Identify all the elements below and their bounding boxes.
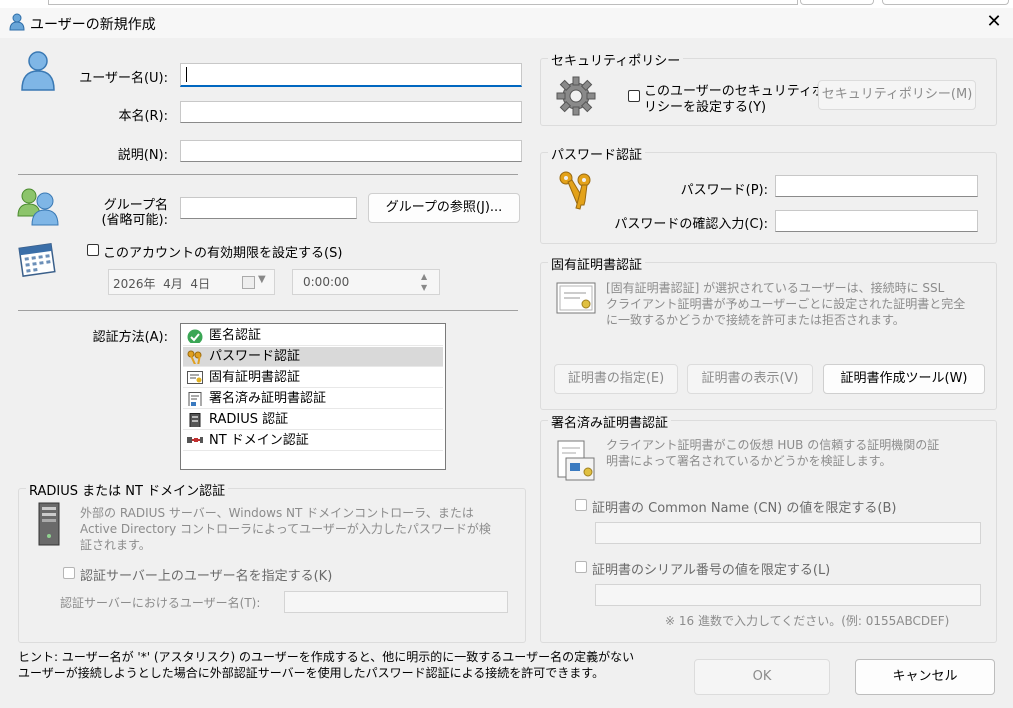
check-circle-icon — [187, 329, 203, 343]
auth-item-label: 署名済み証明書認証 — [209, 391, 327, 406]
signed-cert-title: 署名済み証明書認証 — [548, 412, 672, 431]
auth-item-password[interactable]: パスワード認証 — [183, 347, 443, 367]
expiry-time-picker[interactable]: 0:00:00 ▲ ▼ — [292, 269, 440, 295]
view-cert-button[interactable]: 証明書の表示(V) — [687, 364, 813, 394]
individual-cert-desc-line1: [固有証明書認証] が選択されているユーザーは、接続時に SSL — [606, 281, 945, 295]
security-policy-checkbox[interactable] — [628, 90, 640, 102]
window-title: ユーザーの新規作成 — [30, 17, 156, 33]
user-icon — [9, 13, 25, 31]
cn-input[interactable] — [595, 522, 981, 544]
serial-checkbox-label: 証明書のシリアル番号の値を限定する(L) — [592, 563, 831, 578]
separator — [18, 174, 518, 175]
expiry-checkbox-label: このアカウントの有効期限を設定する(S) — [103, 246, 343, 261]
ok-button[interactable]: OK — [694, 659, 830, 695]
background-button — [800, 0, 874, 5]
expiry-time-value: 0:00:00 — [303, 275, 350, 289]
note-label: 説明(N): — [117, 148, 168, 163]
calendar-icon — [18, 243, 56, 277]
cn-checkbox-label: 証明書の Common Name (CN) の値を限定する(B) — [592, 501, 897, 516]
username-label: ユーザー名(U): — [79, 71, 168, 86]
certificate-icon — [556, 282, 596, 314]
individual-cert-title: 固有証明書認証 — [548, 254, 646, 273]
browse-group-button[interactable]: グループの参照(J)... — [368, 193, 520, 223]
auth-item-label: 匿名認証 — [209, 328, 262, 343]
date-checkbox-icon — [242, 276, 255, 289]
background-button — [882, 0, 1009, 5]
auth-item-signed-cert[interactable]: 署名済み証明書認証 — [183, 389, 443, 409]
auth-item-label: 固有証明書認証 — [209, 370, 301, 385]
expiry-date-value: 2026年 4月 4日 — [113, 277, 211, 291]
password-label: パスワード(P): — [680, 183, 768, 198]
note-input[interactable] — [180, 140, 522, 162]
signed-cert-desc-line2: 明書によって署名されているかどうかを検証します。 — [606, 454, 892, 468]
realname-input[interactable] — [180, 101, 522, 123]
separator — [18, 310, 518, 311]
chevron-down-icon: ▼ — [258, 274, 266, 285]
radius-group-title: RADIUS または NT ドメイン認証 — [26, 480, 229, 499]
radius-desc-line1: 外部の RADIUS サーバー、Windows NT ドメインコントローラ、また… — [80, 506, 474, 520]
network-icon — [187, 437, 203, 443]
server-icon — [189, 413, 201, 427]
specify-cert-button[interactable]: 証明書の指定(E) — [554, 364, 678, 394]
security-policy-checkbox-line2: リシーを設定する(Y) — [644, 100, 767, 115]
spin-arrows-icon: ▲ ▼ — [421, 272, 428, 292]
serial-input[interactable] — [595, 584, 981, 606]
password-group-title: パスワード認証 — [548, 144, 646, 163]
serial-hint: ※ 16 進数で入力してください。(例: 0155ABCDEF) — [665, 614, 950, 628]
signed-cert-desc-line1: クライアント証明書がこの仮想 HUB の信頼する証明機関の証 — [606, 438, 940, 452]
server-icon — [38, 502, 60, 546]
radius-username-checkbox-label: 認証サーバー上のユーザー名を指定する(K) — [80, 569, 333, 584]
group-name-input[interactable] — [180, 197, 357, 219]
cert-creation-tool-button[interactable]: 証明書作成ツール(W) — [823, 364, 985, 394]
hint-line2: ユーザーが接続しようとした場合に外部認証サーバーを使用したパスワード認証による接… — [18, 666, 605, 680]
password-confirm-label: パスワードの確認入力(C): — [614, 217, 768, 232]
password-input[interactable] — [775, 175, 978, 197]
auth-item-label: RADIUS 認証 — [209, 412, 289, 427]
radius-username-checkbox[interactable] — [63, 567, 75, 579]
signed-certificate-icon — [188, 392, 202, 406]
auth-item-label: NT ドメイン認証 — [209, 433, 309, 448]
close-button[interactable]: ✕ — [983, 11, 1005, 33]
auth-method-label: 認証方法(A): — [92, 330, 168, 345]
individual-cert-desc-line3: に一致するかどうかで接続を許可または拒否されます。 — [606, 313, 905, 327]
background-window-strip — [0, 0, 1013, 8]
keys-icon — [187, 350, 202, 364]
auth-item-label: パスワード認証 — [209, 349, 301, 364]
auth-item-individual-cert[interactable]: 固有証明書認証 — [183, 368, 443, 388]
cn-checkbox[interactable] — [575, 499, 587, 511]
username-input[interactable] — [180, 63, 522, 87]
security-policy-button[interactable]: セキュリティポリシー(M) — [818, 80, 976, 110]
server-username-input[interactable] — [284, 591, 508, 613]
auth-item-nt-domain[interactable]: NT ドメイン認証 — [183, 431, 443, 451]
group-label-line2: (省略可能): — [101, 213, 168, 228]
serial-checkbox[interactable] — [575, 561, 587, 573]
realname-label: 本名(R): — [118, 109, 168, 124]
security-policy-title: セキュリティポリシー — [548, 50, 684, 69]
expiry-date-picker[interactable]: 2026年 4月 4日 ▼ — [108, 269, 275, 295]
expiry-checkbox[interactable] — [87, 244, 99, 256]
auth-item-anonymous[interactable]: 匿名認証 — [183, 326, 443, 346]
hint-line1: ヒント: ユーザー名が '*' (アスタリスク) のユーザーを作成すると、他に明… — [18, 650, 635, 664]
individual-cert-desc-line2: クライアント証明書が予めユーザーごとに設定された証明書と完全 — [606, 297, 966, 311]
password-confirm-input[interactable] — [775, 210, 978, 232]
cancel-button[interactable]: キャンセル — [855, 659, 995, 695]
server-username-label: 認証サーバーにおけるユーザー名(T): — [60, 596, 261, 610]
gear-icon — [556, 76, 596, 116]
signed-certificate-icon — [557, 440, 595, 481]
radius-desc-line2: Active Directory コントローラによってユーザーが入力したパスワー… — [80, 522, 491, 536]
auth-item-radius[interactable]: RADIUS 認証 — [183, 410, 443, 430]
group-icon — [17, 188, 59, 226]
background-field — [48, 0, 798, 5]
certificate-icon — [187, 371, 203, 384]
keys-icon — [559, 171, 591, 210]
auth-method-list[interactable]: 匿名認証 パスワード認証 固有証明書認証 署名済み証明書認証 RADIUS 認証… — [180, 323, 446, 470]
user-icon — [21, 51, 55, 91]
radius-desc-line3: 証されます。 — [80, 538, 151, 552]
